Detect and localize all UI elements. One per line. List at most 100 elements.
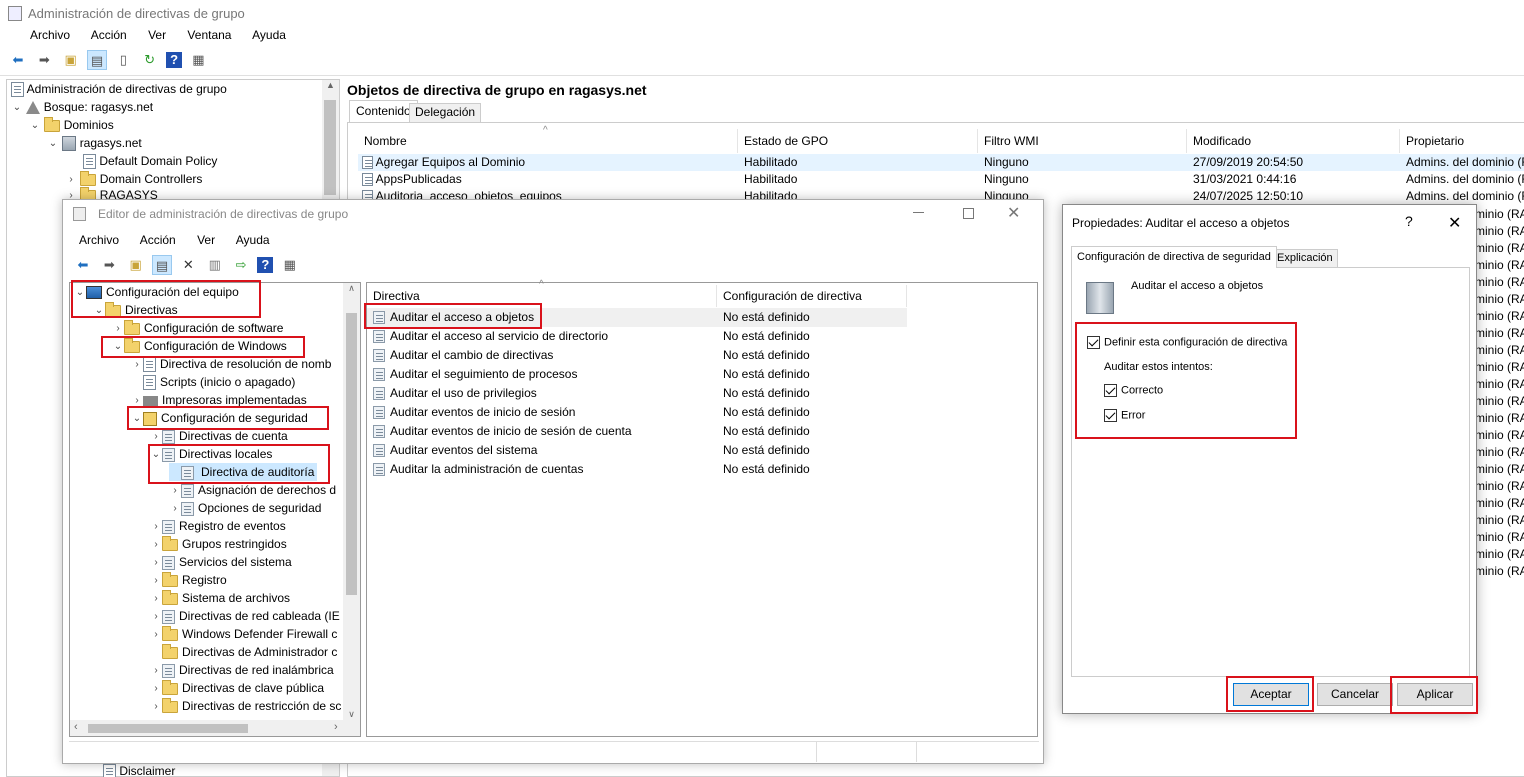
owner-cell: minio (RAG (1475, 258, 1524, 272)
dialog-tab-config[interactable]: Configuración de directiva de seguridad (1071, 246, 1277, 268)
sort-arrow-icon: ^ (543, 125, 548, 136)
editor-tree-hscroll[interactable]: ‹ › (70, 720, 360, 736)
cancel-button[interactable]: Cancelar (1317, 683, 1393, 706)
close-icon[interactable]: ✕ (1007, 203, 1020, 223)
up-folder-icon[interactable]: ▣ (61, 50, 81, 70)
chevron-right-icon[interactable]: › (150, 536, 162, 554)
forward-icon[interactable]: ➡ (34, 50, 54, 70)
export-icon[interactable]: ⇨ (231, 255, 251, 275)
show-hide-tree-icon[interactable]: ▤ (87, 50, 108, 70)
chevron-right-icon[interactable]: › (169, 482, 181, 500)
col-estado[interactable]: Estado de GPO (738, 129, 978, 153)
policy-row[interactable]: Auditar el acceso al servicio de directo… (367, 327, 907, 346)
editor-tree-vscroll[interactable]: ∧ ∨ (343, 283, 360, 720)
policy-row[interactable]: Auditar la administración de cuentas No e… (367, 460, 907, 479)
owner-cell: minio (RAG (1475, 496, 1524, 510)
menu-ventana[interactable]: Ventana (187, 28, 231, 42)
policy-name: Auditar el acceso a objetos (1131, 280, 1264, 292)
tree-forest[interactable]: ⌄ Bosque: ragasys.net (11, 98, 153, 116)
up-folder-icon[interactable]: ▣ (126, 255, 146, 275)
editor-tree-item[interactable]: › Servicios del sistema (150, 553, 292, 571)
menu-ver[interactable]: Ver (148, 28, 166, 42)
editor-tree-item[interactable]: › Directivas de restricción de sc (150, 697, 341, 715)
minimize-icon[interactable] (913, 212, 924, 213)
editor-menu-ver[interactable]: Ver (197, 233, 215, 247)
help-icon[interactable]: ? (166, 52, 183, 68)
tree-root[interactable]: Administración de directivas de grupo (11, 80, 227, 98)
tree-item-disclaimer[interactable]: Disclaimer (103, 762, 175, 777)
editor-tree-item[interactable]: Scripts (inicio o apagado) (131, 373, 295, 391)
editor-tree-item[interactable]: › Directivas de clave pública (150, 679, 324, 697)
chevron-right-icon[interactable]: › (150, 698, 162, 716)
forward-icon[interactable]: ➡ (99, 255, 119, 275)
chevron-down-icon[interactable]: ⌄ (11, 99, 23, 117)
back-icon[interactable]: ⬅ (73, 255, 93, 275)
console-icon[interactable]: ▦ (188, 50, 208, 70)
chevron-right-icon[interactable]: › (131, 356, 143, 374)
chevron-right-icon[interactable]: › (150, 662, 162, 680)
editor-tree-item[interactable]: › Directivas de red inalámbrica (150, 661, 334, 679)
editor-tree-item[interactable]: › Configuración de software (112, 319, 283, 337)
tab-contenido[interactable]: Contenido (349, 100, 418, 122)
chevron-right-icon[interactable]: › (150, 518, 162, 536)
editor-tree-item[interactable]: › Registro (150, 571, 227, 589)
policy-row[interactable]: Auditar eventos del sistema No está defin… (367, 441, 907, 460)
chevron-right-icon[interactable]: › (169, 500, 181, 518)
policy-row[interactable]: Auditar el seguimiento de procesos No est… (367, 365, 907, 384)
properties-icon[interactable]: ▥ (205, 255, 225, 275)
policy-row[interactable]: Auditar eventos de inicio de sesión No es… (367, 403, 907, 422)
maximize-icon[interactable] (963, 208, 974, 219)
editor-tree-item[interactable]: › Opciones de seguridad (169, 499, 321, 517)
policy-server-icon (1086, 282, 1114, 314)
tab-delegacion[interactable]: Delegación (409, 103, 482, 122)
menu-archivo[interactable]: Archivo (30, 28, 70, 42)
editor-menu-accion[interactable]: Acción (140, 233, 176, 247)
delete-icon[interactable]: ✕ (178, 255, 198, 275)
chevron-right-icon[interactable]: › (150, 626, 162, 644)
policy-value: No está definido (723, 462, 810, 476)
editor-tree-item[interactable]: › Sistema de archivos (150, 589, 290, 607)
properties-icon[interactable]: ▯ (113, 50, 133, 70)
chevron-right-icon[interactable]: › (150, 608, 162, 626)
chevron-right-icon[interactable]: › (150, 590, 162, 608)
policy-row[interactable]: Auditar el cambio de directivas No está d… (367, 346, 907, 365)
chevron-down-icon[interactable]: ⌄ (29, 117, 41, 135)
menu-accion[interactable]: Acción (91, 28, 127, 42)
policy-value: No está definido (723, 329, 810, 343)
gpo-link-icon (103, 764, 116, 777)
tree-domains[interactable]: ⌄ Dominios (29, 116, 114, 134)
refresh-icon[interactable]: ↻ (140, 50, 160, 70)
back-icon[interactable]: ⬅ (8, 50, 28, 70)
editor-menu-archivo[interactable]: Archivo (79, 233, 119, 247)
tree-item[interactable]: Default Domain Policy (83, 152, 217, 170)
table-row[interactable]: Agregar Equipos al Dominio Habilitado Ni… (358, 154, 1524, 171)
table-row[interactable]: AppsPublicadas Habilitado Ninguno 31/03/… (358, 171, 1524, 188)
col-configuracion[interactable]: Configuración de directiva (717, 285, 907, 307)
policy-row[interactable]: Auditar eventos de inicio de sesión de c… (367, 422, 907, 441)
editor-tree-item[interactable]: › Directivas de red cableada (IE (150, 607, 340, 625)
show-hide-tree-icon[interactable]: ▤ (152, 255, 173, 275)
chevron-right-icon[interactable]: › (150, 572, 162, 590)
col-filtro[interactable]: Filtro WMI (978, 129, 1187, 153)
tree-item-label: Directivas de Administrador c (182, 645, 338, 659)
tree-domain[interactable]: ⌄ ragasys.net (47, 134, 142, 152)
policy-row[interactable]: Auditar el uso de privilegios No está def… (367, 384, 907, 403)
help-icon[interactable]: ? (257, 257, 274, 273)
menu-ayuda[interactable]: Ayuda (252, 28, 286, 42)
dialog-tab-explicacion[interactable]: Explicación (1272, 249, 1338, 268)
col-modificado[interactable]: Modificado (1187, 129, 1400, 153)
editor-tree-item[interactable]: › Registro de eventos (150, 517, 286, 535)
chevron-down-icon[interactable]: ⌄ (47, 135, 59, 153)
col-propietario[interactable]: Propietario (1400, 129, 1524, 153)
editor-menu-ayuda[interactable]: Ayuda (236, 233, 270, 247)
editor-tree-item[interactable]: › Windows Defender Firewall c (150, 625, 337, 643)
editor-tree-item[interactable]: Directivas de Administrador c (150, 643, 337, 661)
editor-tree-item[interactable]: › Grupos restringidos (150, 535, 287, 553)
console-icon[interactable]: ▦ (280, 255, 300, 275)
dialog-help-button[interactable]: ? (1405, 213, 1413, 229)
chevron-right-icon[interactable]: › (150, 554, 162, 572)
dialog-close-icon[interactable]: ✕ (1448, 213, 1461, 233)
editor-app-icon (73, 207, 86, 221)
col-nombre[interactable]: Nombre (358, 129, 738, 153)
chevron-right-icon[interactable]: › (150, 680, 162, 698)
